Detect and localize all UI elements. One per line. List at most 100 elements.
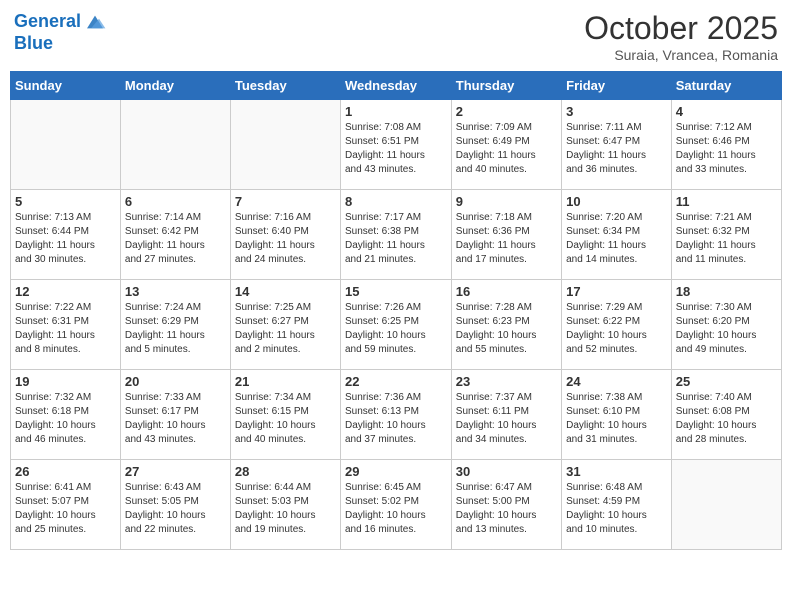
- calendar-cell: 9 Sunrise: 7:18 AM Sunset: 6:36 PM Daylig…: [451, 190, 561, 280]
- calendar-cell: 4 Sunrise: 7:12 AM Sunset: 6:46 PM Daylig…: [671, 100, 781, 190]
- day-info: Sunrise: 7:18 AM Sunset: 6:36 PM Dayligh…: [456, 211, 557, 267]
- logo: General Blue: [14, 10, 107, 54]
- day-info: Sunrise: 6:45 AM Sunset: 5:02 PM Dayligh…: [345, 481, 447, 537]
- calendar-cell: 10Sunrise: 7:20 AM Sunset: 6:34 PM Dayli…: [562, 190, 672, 280]
- day-info: Sunrise: 7:08 AM Sunset: 6:51 PM Dayligh…: [345, 121, 447, 177]
- day-info: Sunrise: 6:41 AM Sunset: 5:07 PM Dayligh…: [15, 481, 116, 537]
- weekday-header-row: SundayMondayTuesdayWednesdayThursdayFrid…: [11, 72, 782, 100]
- calendar-cell: 14 Sunrise: 7:25 AM Sunset: 6:27 PM Dayli…: [230, 280, 340, 370]
- calendar-cell: 11Sunrise: 7:21 AM Sunset: 6:32 PM Dayli…: [671, 190, 781, 280]
- calendar-cell: 21 Sunrise: 7:34 AM Sunset: 6:15 PM Dayli…: [230, 370, 340, 460]
- day-number: 4: [676, 104, 777, 119]
- day-number: 30: [456, 464, 557, 479]
- logo-blue: Blue: [14, 34, 107, 54]
- calendar-cell: 28 Sunrise: 6:44 AM Sunset: 5:03 PM Dayli…: [230, 460, 340, 550]
- calendar-cell: 6Sunrise: 7:14 AM Sunset: 6:42 PM Daylig…: [120, 190, 230, 280]
- calendar-cell: 15 Sunrise: 7:26 AM Sunset: 6:25 PM Dayli…: [340, 280, 451, 370]
- day-number: 8: [345, 194, 447, 209]
- day-info: Sunrise: 6:43 AM Sunset: 5:05 PM Dayligh…: [125, 481, 226, 537]
- day-number: 16: [456, 284, 557, 299]
- day-info: Sunrise: 7:34 AM Sunset: 6:15 PM Dayligh…: [235, 391, 336, 447]
- calendar-cell: 24Sunrise: 7:38 AM Sunset: 6:10 PM Dayli…: [562, 370, 672, 460]
- calendar-cell: 1 Sunrise: 7:08 AM Sunset: 6:51 PM Daylig…: [340, 100, 451, 190]
- day-number: 23: [456, 374, 557, 389]
- day-number: 5: [15, 194, 116, 209]
- calendar-cell: 20Sunrise: 7:33 AM Sunset: 6:17 PM Dayli…: [120, 370, 230, 460]
- calendar-cell: 2Sunrise: 7:09 AM Sunset: 6:49 PM Daylig…: [451, 100, 561, 190]
- day-number: 27: [125, 464, 226, 479]
- day-info: Sunrise: 7:33 AM Sunset: 6:17 PM Dayligh…: [125, 391, 226, 447]
- day-number: 22: [345, 374, 447, 389]
- weekday-header: Saturday: [671, 72, 781, 100]
- calendar-cell: 26 Sunrise: 6:41 AM Sunset: 5:07 PM Dayli…: [11, 460, 121, 550]
- calendar-cell: [120, 100, 230, 190]
- calendar-cell: 8 Sunrise: 7:17 AM Sunset: 6:38 PM Daylig…: [340, 190, 451, 280]
- day-number: 3: [566, 104, 667, 119]
- calendar-cell: [671, 460, 781, 550]
- day-info: Sunrise: 7:17 AM Sunset: 6:38 PM Dayligh…: [345, 211, 447, 267]
- day-number: 19: [15, 374, 116, 389]
- day-info: Sunrise: 7:28 AM Sunset: 6:23 PM Dayligh…: [456, 301, 557, 357]
- calendar-cell: 7 Sunrise: 7:16 AM Sunset: 6:40 PM Daylig…: [230, 190, 340, 280]
- calendar-cell: 31Sunrise: 6:48 AM Sunset: 4:59 PM Dayli…: [562, 460, 672, 550]
- day-info: Sunrise: 7:16 AM Sunset: 6:40 PM Dayligh…: [235, 211, 336, 267]
- calendar-week-row: 19Sunrise: 7:32 AM Sunset: 6:18 PM Dayli…: [11, 370, 782, 460]
- day-info: Sunrise: 7:38 AM Sunset: 6:10 PM Dayligh…: [566, 391, 667, 447]
- calendar-cell: 13Sunrise: 7:24 AM Sunset: 6:29 PM Dayli…: [120, 280, 230, 370]
- day-number: 13: [125, 284, 226, 299]
- calendar-cell: 12 Sunrise: 7:22 AM Sunset: 6:31 PM Dayli…: [11, 280, 121, 370]
- calendar-week-row: 26 Sunrise: 6:41 AM Sunset: 5:07 PM Dayli…: [11, 460, 782, 550]
- calendar-cell: 29Sunrise: 6:45 AM Sunset: 5:02 PM Dayli…: [340, 460, 451, 550]
- day-info: Sunrise: 6:47 AM Sunset: 5:00 PM Dayligh…: [456, 481, 557, 537]
- day-info: Sunrise: 7:37 AM Sunset: 6:11 PM Dayligh…: [456, 391, 557, 447]
- day-number: 25: [676, 374, 777, 389]
- day-info: Sunrise: 7:30 AM Sunset: 6:20 PM Dayligh…: [676, 301, 777, 357]
- day-info: Sunrise: 7:22 AM Sunset: 6:31 PM Dayligh…: [15, 301, 116, 357]
- day-number: 26: [15, 464, 116, 479]
- day-info: Sunrise: 6:44 AM Sunset: 5:03 PM Dayligh…: [235, 481, 336, 537]
- day-info: Sunrise: 7:36 AM Sunset: 6:13 PM Dayligh…: [345, 391, 447, 447]
- calendar-cell: 18Sunrise: 7:30 AM Sunset: 6:20 PM Dayli…: [671, 280, 781, 370]
- month-title: October 2025: [584, 10, 778, 47]
- day-info: Sunrise: 7:26 AM Sunset: 6:25 PM Dayligh…: [345, 301, 447, 357]
- calendar-cell: [230, 100, 340, 190]
- day-info: Sunrise: 7:12 AM Sunset: 6:46 PM Dayligh…: [676, 121, 777, 177]
- calendar-cell: 17 Sunrise: 7:29 AM Sunset: 6:22 PM Dayli…: [562, 280, 672, 370]
- day-info: Sunrise: 7:40 AM Sunset: 6:08 PM Dayligh…: [676, 391, 777, 447]
- weekday-header: Tuesday: [230, 72, 340, 100]
- day-info: Sunrise: 7:13 AM Sunset: 6:44 PM Dayligh…: [15, 211, 116, 267]
- title-section: October 2025 Suraia, Vrancea, Romania: [584, 10, 778, 63]
- day-number: 11: [676, 194, 777, 209]
- day-number: 21: [235, 374, 336, 389]
- calendar-table: SundayMondayTuesdayWednesdayThursdayFrid…: [10, 71, 782, 550]
- day-info: Sunrise: 7:09 AM Sunset: 6:49 PM Dayligh…: [456, 121, 557, 177]
- weekday-header: Monday: [120, 72, 230, 100]
- calendar-cell: 16 Sunrise: 7:28 AM Sunset: 6:23 PM Dayli…: [451, 280, 561, 370]
- weekday-header: Wednesday: [340, 72, 451, 100]
- day-number: 15: [345, 284, 447, 299]
- day-info: Sunrise: 7:11 AM Sunset: 6:47 PM Dayligh…: [566, 121, 667, 177]
- calendar-week-row: 5 Sunrise: 7:13 AM Sunset: 6:44 PM Daylig…: [11, 190, 782, 280]
- day-info: Sunrise: 7:29 AM Sunset: 6:22 PM Dayligh…: [566, 301, 667, 357]
- calendar-cell: 30 Sunrise: 6:47 AM Sunset: 5:00 PM Dayli…: [451, 460, 561, 550]
- calendar-cell: 22 Sunrise: 7:36 AM Sunset: 6:13 PM Dayli…: [340, 370, 451, 460]
- day-number: 14: [235, 284, 336, 299]
- calendar-cell: 23 Sunrise: 7:37 AM Sunset: 6:11 PM Dayli…: [451, 370, 561, 460]
- day-info: Sunrise: 7:25 AM Sunset: 6:27 PM Dayligh…: [235, 301, 336, 357]
- day-number: 17: [566, 284, 667, 299]
- calendar-cell: [11, 100, 121, 190]
- day-number: 7: [235, 194, 336, 209]
- calendar-week-row: 1 Sunrise: 7:08 AM Sunset: 6:51 PM Daylig…: [11, 100, 782, 190]
- day-number: 9: [456, 194, 557, 209]
- day-number: 31: [566, 464, 667, 479]
- calendar-week-row: 12 Sunrise: 7:22 AM Sunset: 6:31 PM Dayli…: [11, 280, 782, 370]
- day-number: 28: [235, 464, 336, 479]
- day-number: 6: [125, 194, 226, 209]
- calendar-cell: 25 Sunrise: 7:40 AM Sunset: 6:08 PM Dayli…: [671, 370, 781, 460]
- weekday-header: Friday: [562, 72, 672, 100]
- calendar-cell: 3 Sunrise: 7:11 AM Sunset: 6:47 PM Daylig…: [562, 100, 672, 190]
- day-number: 1: [345, 104, 447, 119]
- day-number: 12: [15, 284, 116, 299]
- page-header: General Blue October 2025 Suraia, Vrance…: [10, 10, 782, 63]
- calendar-cell: 5 Sunrise: 7:13 AM Sunset: 6:44 PM Daylig…: [11, 190, 121, 280]
